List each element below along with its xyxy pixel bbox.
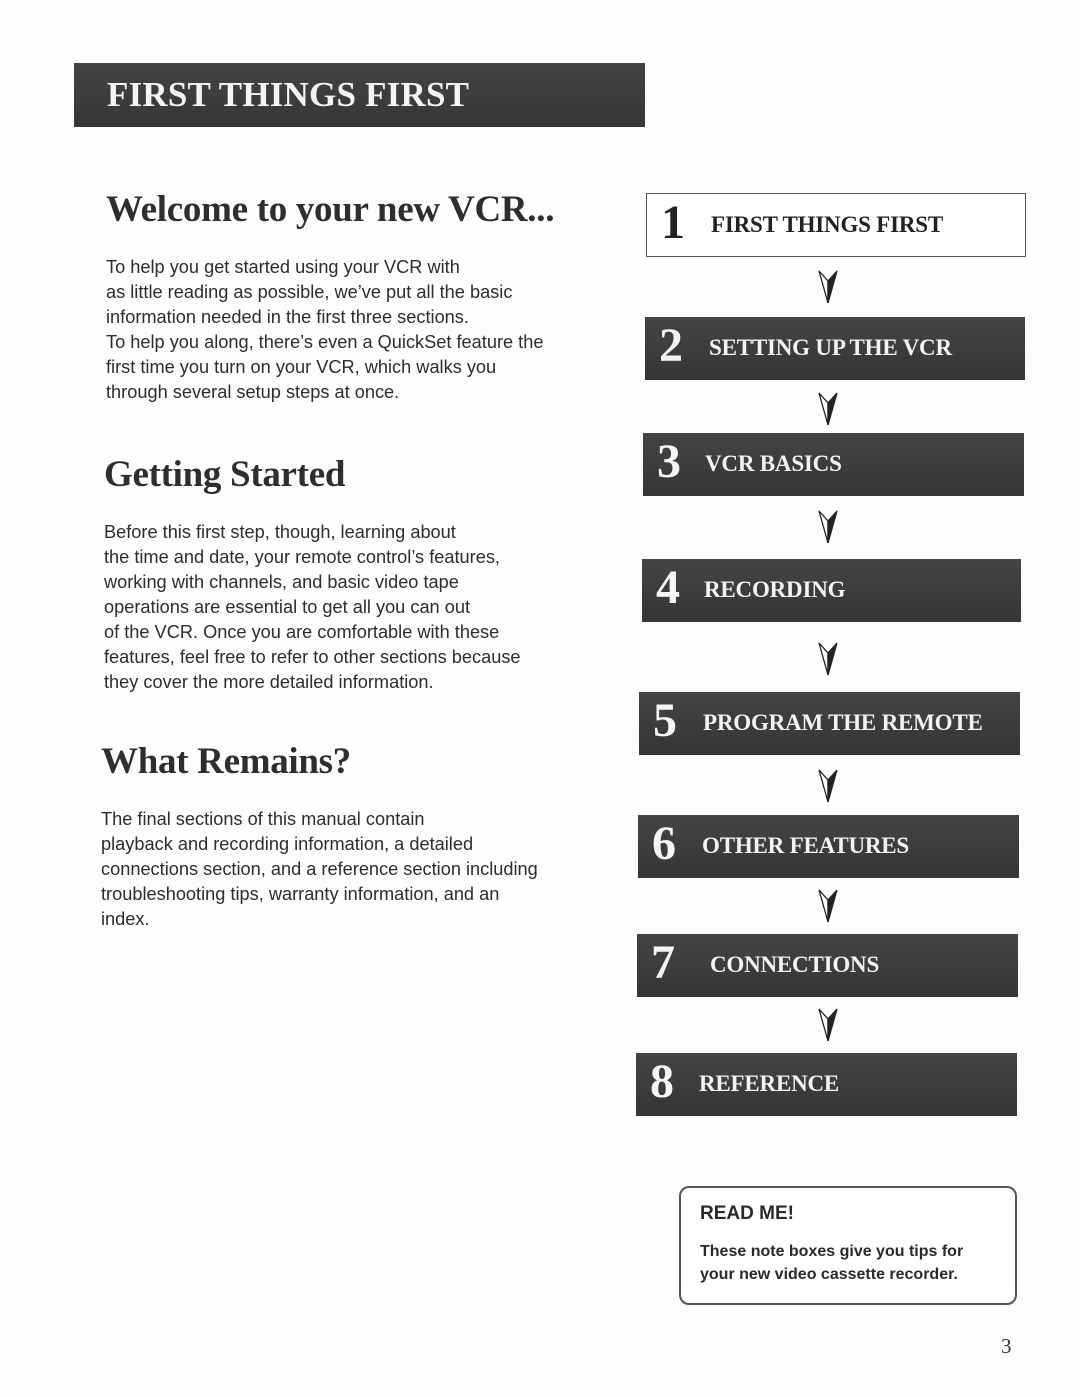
text-line: the time and date, your remote control’s… [104, 547, 500, 567]
paragraph-getting-started: Before this first step, though, learning… [104, 520, 521, 695]
text-line: troubleshooting tips, warranty informati… [101, 884, 500, 904]
note-line: your new video cassette recorder. [700, 1266, 958, 1283]
step-number: 5 [653, 694, 677, 747]
step-number: 8 [650, 1055, 674, 1108]
step-8-reference: 8 REFERENCE [636, 1053, 1017, 1116]
heading-what-remains: What Remains? [101, 741, 351, 782]
step-number: 6 [652, 817, 676, 870]
note-title: READ ME! [700, 1203, 794, 1224]
step-6-other-features: 6 OTHER FEATURES [638, 815, 1019, 878]
text-line: To help you get started using your VCR w… [106, 257, 460, 277]
step-number: 7 [651, 936, 675, 989]
text-line: index. [101, 909, 150, 929]
text-line: connections section, and a reference sec… [101, 859, 538, 879]
down-arrow-icon [818, 1008, 838, 1042]
text-line: working with channels, and basic video t… [104, 572, 459, 592]
text-line: The final sections of this manual contai… [101, 809, 425, 829]
heading-welcome: Welcome to your new VCR... [106, 189, 555, 230]
note-line: These note boxes give you tips for [700, 1243, 964, 1260]
text-line: they cover the more detailed information… [104, 672, 434, 692]
step-1-first-things-first: 1 FIRST THINGS FIRST [646, 193, 1026, 257]
paragraph-welcome: To help you get started using your VCR w… [106, 255, 543, 405]
step-label: FIRST THINGS FIRST [711, 212, 944, 237]
text-line: first time you turn on your VCR, which w… [106, 357, 497, 377]
down-arrow-icon [818, 642, 838, 676]
step-label: VCR BASICS [705, 451, 842, 476]
step-3-vcr-basics: 3 VCR BASICS [643, 433, 1024, 496]
step-label: CONNECTIONS [710, 952, 880, 977]
text-line: playback and recording information, a de… [101, 834, 474, 854]
step-label: PROGRAM THE REMOTE [703, 710, 983, 735]
paragraph-what-remains: The final sections of this manual contai… [101, 807, 538, 932]
step-number: 4 [656, 561, 680, 614]
down-arrow-icon [818, 889, 838, 923]
step-2-setting-up: 2 SETTING UP THE VCR [645, 317, 1025, 380]
step-7-connections: 7 CONNECTIONS [637, 934, 1018, 997]
step-label: SETTING UP THE VCR [709, 335, 952, 360]
text-line: operations are essential to get all you … [104, 597, 471, 617]
step-label: OTHER FEATURES [702, 833, 910, 858]
step-number: 3 [657, 435, 681, 488]
heading-getting-started: Getting Started [104, 454, 346, 495]
step-label: REFERENCE [699, 1071, 840, 1096]
read-me-note-box: READ ME! These note boxes give you tips … [679, 1186, 1017, 1305]
step-number: 1 [661, 196, 685, 249]
text-line: information needed in the first three se… [106, 307, 469, 327]
text-line: features, feel free to refer to other se… [104, 647, 521, 667]
step-5-program-remote: 5 PROGRAM THE REMOTE [639, 692, 1020, 755]
down-arrow-icon [818, 769, 838, 803]
text-line: Before this first step, though, learning… [104, 522, 456, 542]
text-line: through several setup steps at once. [106, 382, 400, 402]
step-4-recording: 4 RECORDING [642, 559, 1021, 622]
section-banner: FIRST THINGS FIRST [74, 63, 645, 127]
step-number: 2 [659, 319, 683, 372]
down-arrow-icon [818, 392, 838, 426]
note-body: These note boxes give you tips for your … [700, 1240, 963, 1286]
text-line: as little reading as possible, we’ve put… [106, 282, 513, 302]
down-arrow-icon [818, 510, 838, 544]
down-arrow-icon [818, 270, 838, 304]
text-line: To help you along, there’s even a QuickS… [106, 332, 544, 352]
banner-title: FIRST THINGS FIRST [107, 75, 470, 114]
text-line: of the VCR. Once you are comfortable wit… [104, 622, 500, 642]
page-number: 3 [1001, 1334, 1012, 1358]
step-label: RECORDING [704, 577, 846, 602]
